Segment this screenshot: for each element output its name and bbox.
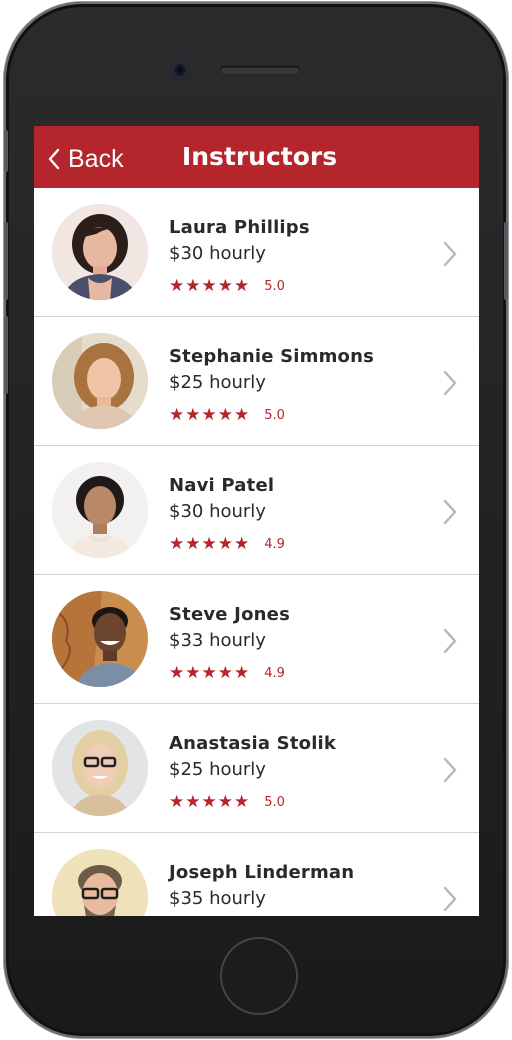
- instructor-rate: $25 hourly: [169, 759, 266, 780]
- rating: ★★★★★ 5.0: [169, 405, 285, 425]
- navigation-bar: Back Instructors: [34, 126, 479, 188]
- star-rating-icons: ★★★★★: [169, 534, 251, 554]
- instructor-list: Laura Phillips $30 hourly ★★★★★ 5.0 Step…: [34, 188, 479, 916]
- rating: ★★★★★ 5.0: [169, 792, 285, 812]
- star-rating-icons: ★★★★★: [169, 405, 251, 425]
- volume-up-button: [4, 222, 8, 300]
- instructor-row[interactable]: Steve Jones $33 hourly ★★★★★ 4.9: [34, 575, 479, 704]
- avatar: [52, 462, 148, 558]
- instructor-name: Anastasia Stolik: [169, 733, 337, 754]
- avatar: [52, 720, 148, 816]
- instructor-rate: $30 hourly: [169, 243, 266, 264]
- instructor-rate: $30 hourly: [169, 501, 266, 522]
- rating-score: 5.0: [264, 407, 285, 423]
- chevron-right-icon: [443, 628, 457, 654]
- rating-score: 5.0: [264, 794, 285, 810]
- avatar: [52, 333, 148, 429]
- rating: ★★★★★ 4.9: [169, 663, 285, 683]
- instructor-row[interactable]: Laura Phillips $30 hourly ★★★★★ 5.0: [34, 188, 479, 317]
- instructor-name: Joseph Linderman: [169, 862, 355, 883]
- chevron-right-icon: [443, 757, 457, 783]
- instructor-name: Navi Patel: [169, 475, 275, 496]
- earpiece-speaker: [220, 66, 300, 74]
- instructor-row[interactable]: Navi Patel $30 hourly ★★★★★ 4.9: [34, 446, 479, 575]
- rating: ★★★★★ 5.0: [169, 276, 285, 296]
- home-button[interactable]: [220, 937, 298, 1015]
- instructor-rate: $25 hourly: [169, 372, 266, 393]
- instructor-rate: $33 hourly: [169, 630, 266, 651]
- power-button: [504, 222, 508, 300]
- avatar: [52, 849, 148, 916]
- app-screen: Back Instructors Laura Phillips $30 hour…: [34, 126, 479, 916]
- rating-score: 5.0: [264, 278, 285, 294]
- chevron-right-icon: [443, 499, 457, 525]
- instructor-name: Steve Jones: [169, 604, 290, 625]
- instructor-rate: $35 hourly: [169, 888, 266, 909]
- instructor-name: Stephanie Simmons: [169, 346, 375, 367]
- star-rating-icons: ★★★★★: [169, 276, 251, 296]
- star-rating-icons: ★★★★★: [169, 663, 251, 683]
- chevron-right-icon: [443, 241, 457, 267]
- volume-down-button: [4, 316, 8, 394]
- page-title: Instructors: [181, 142, 338, 171]
- instructor-row[interactable]: Stephanie Simmons $25 hourly ★★★★★ 5.0: [34, 317, 479, 446]
- star-rating-icons: ★★★★★: [169, 792, 251, 812]
- front-camera: [171, 61, 189, 79]
- chevron-right-icon: [443, 886, 457, 912]
- avatar: [52, 204, 148, 300]
- avatar: [52, 591, 148, 687]
- instructor-name: Laura Phillips: [169, 217, 310, 238]
- instructor-row[interactable]: Anastasia Stolik $25 hourly ★★★★★ 5.0: [34, 704, 479, 833]
- mute-switch: [4, 130, 8, 172]
- chevron-right-icon: [443, 370, 457, 396]
- instructor-row[interactable]: Joseph Linderman $35 hourly ★★★★★: [34, 833, 479, 916]
- rating: ★★★★★ 4.9: [169, 534, 285, 554]
- rating-score: 4.9: [264, 665, 285, 681]
- rating-score: 4.9: [264, 536, 285, 552]
